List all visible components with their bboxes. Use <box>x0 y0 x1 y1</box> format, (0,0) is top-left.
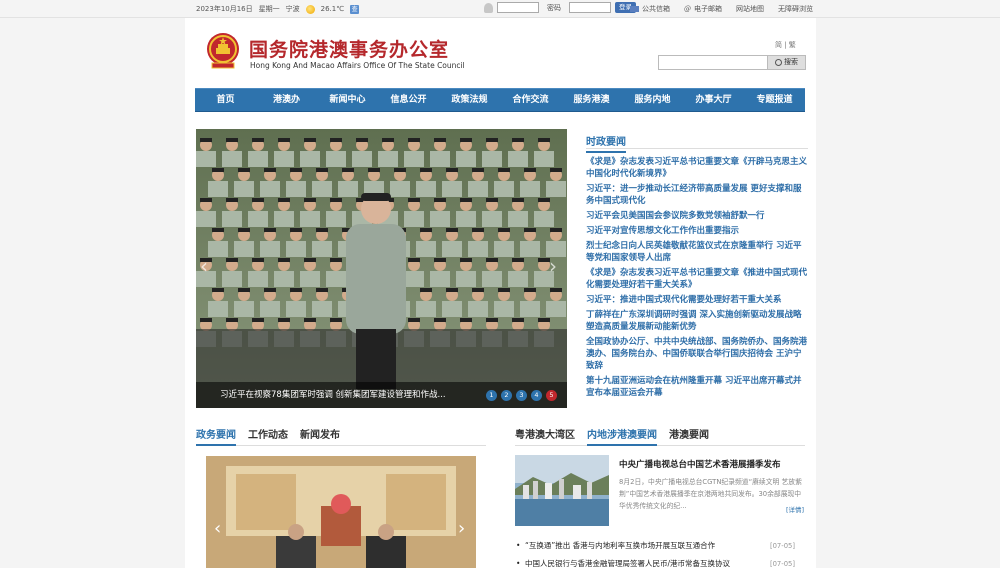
national-emblem-logo[interactable] <box>205 30 241 70</box>
news-link[interactable]: 第十九届亚洲运动会在杭州隆重开幕 习近平出席开幕式并宣布本届亚运会开幕 <box>586 375 808 399</box>
feature-title[interactable]: 中央广播电视总台中国艺术香港展播季发布 <box>619 458 781 470</box>
main-nav: 首页 港澳办 新闻中心 信息公开 政策法规 合作交流 服务港澳 服务内地 办事大… <box>195 88 805 112</box>
at-icon: @ <box>684 5 691 13</box>
headline-carousel[interactable]: ‹ › 习近平在视察78集团军时强调 创新集团军建设管理和作战... 1 2 3… <box>196 129 567 408</box>
nav-home[interactable]: 首页 <box>195 89 256 111</box>
news-link[interactable]: 全国政协办公厅、中共中央统战部、国务院侨办、国务院港澳办、国务院台办、中国侨联联… <box>586 336 808 372</box>
user-icon <box>484 2 493 13</box>
mainland-news-list: “互换通”推出 香港与内地利率互换市场开展互联互通合作 [07-05] 中国人民银… <box>515 537 805 568</box>
tab-hkmacao-news[interactable]: 港澳要闻 <box>669 426 709 446</box>
username-input[interactable] <box>497 2 539 13</box>
politics-section-title[interactable]: 时政要闻 <box>586 133 626 153</box>
nav-cooperation[interactable]: 合作交流 <box>500 89 561 111</box>
harbour-thumbnail[interactable] <box>515 455 609 526</box>
login-area: 密码 登录 <box>484 2 636 13</box>
main-page: 国务院港澳事务办公室 Hong Kong And Macao Affairs O… <box>185 18 816 568</box>
carousel-dot-3[interactable]: 3 <box>516 390 527 401</box>
carousel-pagination: 1 2 3 4 5 <box>486 390 557 401</box>
password-input[interactable] <box>569 2 611 13</box>
news-link[interactable]: 《求是》杂志发表习近平总书记重要文章《开辟马克思主义中国化时代化新境界》 <box>586 156 808 180</box>
politics-header: 时政要闻 <box>586 130 808 153</box>
date-weather: 2023年10月16日 星期一 宁波 26.1℃ 查 <box>196 4 360 14</box>
carousel-dot-4[interactable]: 4 <box>531 390 542 401</box>
public-mailbox-label: 公共信箱 <box>642 5 670 13</box>
search-icon <box>775 59 782 66</box>
carousel-photo[interactable] <box>196 129 567 408</box>
feature-more-link[interactable]: [详情] <box>786 504 804 514</box>
temperature-text: 26.1℃ <box>320 5 345 13</box>
news-link[interactable]: 习近平会见美国国会参议院多数党领袖舒默一行 <box>586 210 808 222</box>
tab-greater-bay-area[interactable]: 粤港澳大湾区 <box>515 426 575 446</box>
news-link[interactable]: 习近平对宣传思想文化工作作出重要指示 <box>586 225 808 237</box>
public-mailbox-link[interactable]: 公共信箱 <box>630 4 670 14</box>
meeting-photo[interactable]: ‹ › <box>206 456 476 568</box>
email-link[interactable]: @ 电子邮箱 <box>684 4 722 14</box>
site-title-english: Hong Kong And Macao Affairs Office Of Th… <box>250 61 465 70</box>
nav-service-hall[interactable]: 办事大厅 <box>683 89 744 111</box>
greater-bay-tabs: 粤港澳大湾区 内地涉港澳要闻 港澳要闻 <box>515 426 805 446</box>
search-input[interactable] <box>658 55 768 70</box>
nav-serve-hkmacao[interactable]: 服务港澳 <box>561 89 622 111</box>
search-button[interactable]: 搜索 <box>768 55 806 70</box>
list-item[interactable]: 中国人民银行与香港金融管理局签署人民币/港币常备互换协议 [07-05] <box>515 555 805 568</box>
utility-links: 公共信箱 @ 电子邮箱 网站地图 无障碍浏览 <box>630 4 813 14</box>
top-utility-bar: 2023年10月16日 星期一 宁波 26.1℃ 查 密码 登录 公共信箱 @ 电… <box>0 0 1000 18</box>
tab-government-news[interactable]: 政务要闻 <box>196 426 236 446</box>
news-link[interactable]: 丁薛祥在广东深圳调研时强调 深入实施创新驱动发展战略 塑造高质量发展新动能新优势 <box>586 309 808 333</box>
nav-news-center[interactable]: 新闻中心 <box>317 89 378 111</box>
news-link[interactable]: 习近平：进一步推动长江经济带高质量发展 更好支撑和服务中国式现代化 <box>586 183 808 207</box>
politics-news: 时政要闻 《求是》杂志发表习近平总书记重要文章《开辟马克思主义中国化时代化新境界… <box>586 130 808 399</box>
nav-office[interactable]: 港澳办 <box>256 89 317 111</box>
carousel-prev-arrow[interactable]: ‹ <box>200 254 214 278</box>
news-link[interactable]: 习近平：推进中国式现代化需要处理好若干重大关系 <box>586 294 808 306</box>
sitemap-link[interactable]: 网站地图 <box>736 4 764 14</box>
city-text: 宁波 <box>285 5 300 13</box>
svg-text:›: › <box>458 518 465 539</box>
search-bar: 搜索 <box>658 55 806 70</box>
nav-special-reports[interactable]: 专题报道 <box>744 89 805 111</box>
news-link[interactable]: 《求是》杂志发表习近平总书记重要文章《推进中国式现代化需要处理好若干重大关系》 <box>586 267 808 291</box>
mail-icon <box>630 6 639 12</box>
government-news-tabs: 政务要闻 工作动态 新闻发布 <box>196 426 486 446</box>
nav-info-disclosure[interactable]: 信息公开 <box>378 89 439 111</box>
weekday-text: 星期一 <box>258 5 280 13</box>
carousel-dot-2[interactable]: 2 <box>501 390 512 401</box>
nav-policy[interactable]: 政策法规 <box>439 89 500 111</box>
list-item[interactable]: “互换通”推出 香港与内地利率互换市场开展互联互通合作 [07-05] <box>515 537 805 555</box>
search-button-label: 搜索 <box>784 58 798 66</box>
svg-text:‹: ‹ <box>214 518 221 539</box>
list-item-title: “互换通”推出 香港与内地利率互换市场开展互联互通合作 <box>525 541 716 550</box>
news-link[interactable]: 烈士纪念日向人民英雄敬献花篮仪式在京隆重举行 习近平等党和国家领导人出席 <box>586 240 808 264</box>
carousel-caption[interactable]: 习近平在视察78集团军时强调 创新集团军建设管理和作战... <box>220 388 480 400</box>
email-label: 电子邮箱 <box>694 5 722 13</box>
list-item-title: 中国人民银行与香港金融管理局签署人民币/港币常备互换协议 <box>525 559 731 568</box>
feature-description: 8月2日，中央广播电视总台CGTN纪录频道“赓续文明 艺放紫荆”中国艺术香港展播… <box>619 478 802 510</box>
carousel-dot-5[interactable]: 5 <box>546 390 557 401</box>
language-switch[interactable]: 简 | 繁 <box>775 40 796 50</box>
carousel-dot-1[interactable]: 1 <box>486 390 497 401</box>
tab-press-release[interactable]: 新闻发布 <box>300 426 340 446</box>
sun-icon <box>305 4 315 14</box>
carousel-next-arrow[interactable]: › <box>549 254 563 278</box>
site-title[interactable]: 国务院港澳事务办公室 <box>249 35 449 62</box>
date-text: 2023年10月16日 <box>196 5 253 13</box>
list-item-date: [07-05] <box>769 560 795 568</box>
nav-serve-mainland[interactable]: 服务内地 <box>622 89 683 111</box>
politics-news-list: 《求是》杂志发表习近平总书记重要文章《开辟马克思主义中国化时代化新境界》 习近平… <box>586 156 808 399</box>
weather-detail-button[interactable]: 查 <box>350 4 360 14</box>
password-label: 密码 <box>547 3 561 12</box>
accessibility-link[interactable]: 无障碍浏览 <box>778 4 813 14</box>
tab-mainland-news[interactable]: 内地涉港澳要闻 <box>587 426 657 446</box>
tab-work-updates[interactable]: 工作动态 <box>248 426 288 446</box>
list-item-date: [07-05] <box>769 542 795 550</box>
